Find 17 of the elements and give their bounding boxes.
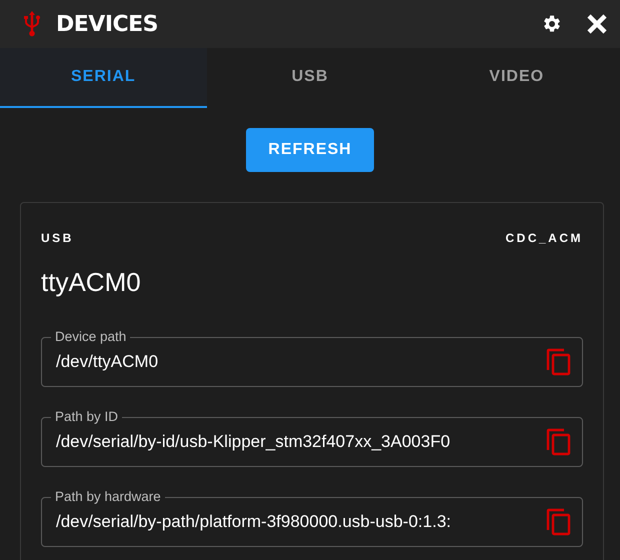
refresh-button[interactable]: REFRESH <box>246 128 374 172</box>
copy-button[interactable] <box>546 508 572 536</box>
text-field[interactable]: Device path /dev/ttyACM0 <box>41 328 583 387</box>
tab[interactable]: USB <box>206 48 414 108</box>
tab[interactable]: VIDEO <box>413 48 620 108</box>
driver-label: CDC_ACM <box>506 230 583 247</box>
bus-label: USB <box>41 230 74 247</box>
device-name: ttyACM0 <box>41 266 142 299</box>
header-title: DEVICES <box>56 10 158 38</box>
copy-button[interactable] <box>546 428 572 456</box>
text-field[interactable]: Path by hardware /dev/serial/by-path/platform-3f980000.usb-usb-0:1.3: <box>41 488 583 547</box>
tab[interactable]: SERIAL <box>0 48 207 108</box>
close-button[interactable] <box>586 13 608 35</box>
usb-icon <box>24 11 40 37</box>
copy-button[interactable] <box>546 348 572 376</box>
settings-button[interactable] <box>542 14 562 34</box>
text-field[interactable]: Path by ID /dev/serial/by-id/usb-Klipper_stm32f407xx_3A003F0 <box>41 408 583 467</box>
